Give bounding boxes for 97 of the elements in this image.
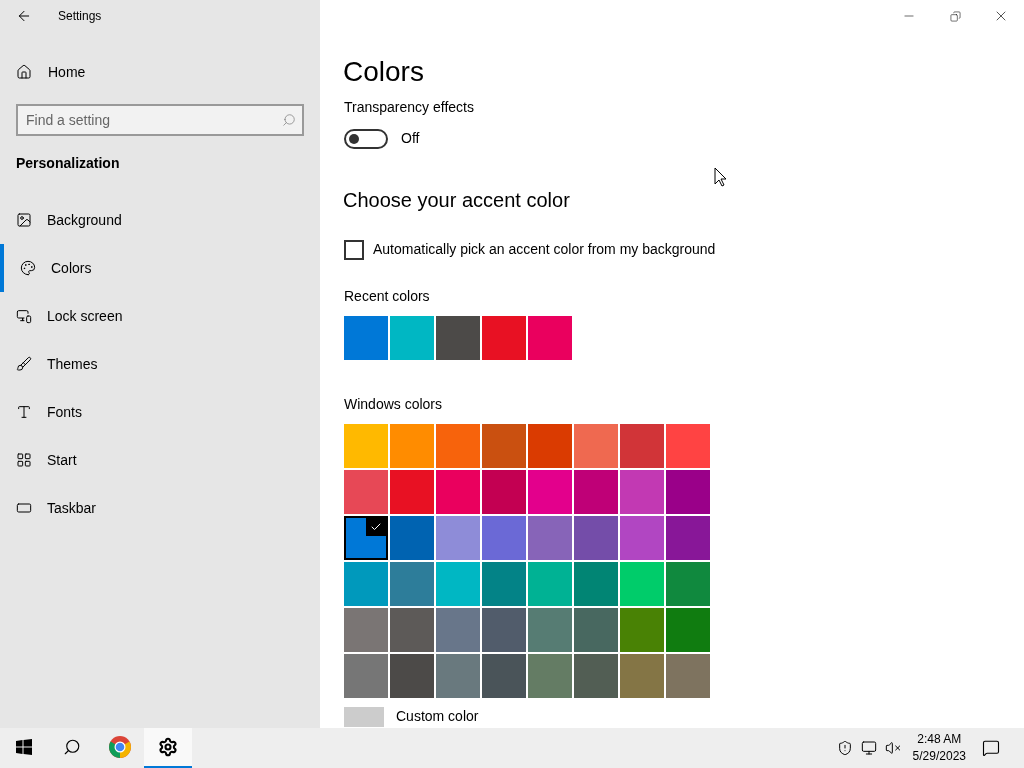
window-title: Settings	[58, 8, 102, 25]
group-label: Windows colors	[344, 395, 444, 414]
color-swatch[interactable]	[666, 516, 710, 560]
color-swatch[interactable]	[666, 562, 710, 606]
color-swatch[interactable]	[574, 516, 618, 560]
color-swatch[interactable]	[666, 654, 710, 698]
color-swatch[interactable]	[436, 470, 480, 514]
color-swatch[interactable]	[482, 424, 526, 468]
color-swatch[interactable]	[482, 316, 526, 360]
color-swatch[interactable]	[620, 608, 664, 652]
page-title: Colors	[343, 55, 425, 89]
color-swatch[interactable]	[482, 562, 526, 606]
browser-logo-icon	[108, 735, 132, 759]
clock[interactable]: 2:48 AM 5/29/2023	[912, 731, 966, 765]
nav-item[interactable]: Lock screen	[0, 292, 320, 340]
color-swatch[interactable]	[666, 470, 710, 514]
color-swatch[interactable]	[620, 470, 664, 514]
tiles-icon	[16, 452, 32, 468]
checkbox-label: Automatically pick an accent color from my background	[373, 240, 716, 259]
checkmark-icon	[370, 521, 382, 533]
notifications-icon[interactable]	[982, 739, 1000, 757]
color-swatch[interactable]	[390, 562, 434, 606]
shield-warning-icon[interactable]	[836, 740, 853, 756]
color-swatch[interactable]	[436, 654, 480, 698]
color-swatch[interactable]	[620, 562, 664, 606]
color-swatch[interactable]	[482, 470, 526, 514]
home-link[interactable]: Home	[48, 61, 86, 83]
color-swatch[interactable]	[620, 654, 664, 698]
mouse-cursor-icon	[714, 167, 727, 187]
nav-item[interactable]: Themes	[0, 340, 320, 388]
color-swatch[interactable]	[528, 516, 572, 560]
color-swatch[interactable]	[574, 470, 618, 514]
color-swatch[interactable]	[344, 654, 388, 698]
windows-logo-icon	[16, 739, 32, 755]
color-swatch[interactable]	[344, 562, 388, 606]
back-icon[interactable]	[16, 8, 32, 24]
color-swatch[interactable]	[482, 608, 526, 652]
color-swatch[interactable]	[344, 516, 388, 560]
palette-icon	[20, 260, 36, 276]
color-swatch[interactable]	[390, 470, 434, 514]
color-swatch[interactable]	[528, 608, 572, 652]
color-swatch[interactable]	[390, 424, 434, 468]
taskbar-icon	[16, 500, 32, 516]
restore-icon[interactable]	[949, 10, 961, 22]
toggle-switch[interactable]	[344, 128, 388, 149]
color-swatch[interactable]	[574, 608, 618, 652]
color-swatch[interactable]	[620, 516, 664, 560]
custom-color-link[interactable]: Custom color	[396, 706, 479, 727]
color-swatch[interactable]	[436, 562, 480, 606]
color-swatch[interactable]	[574, 654, 618, 698]
color-swatch[interactable]	[436, 316, 480, 360]
fonts-icon	[16, 404, 32, 420]
color-swatch[interactable]	[390, 654, 434, 698]
custom-color-swatch[interactable]	[344, 706, 384, 727]
color-swatch[interactable]	[666, 424, 710, 468]
nav-item[interactable]: Background	[0, 196, 320, 244]
search-icon	[282, 113, 296, 127]
section-heading: Choose your accent color	[343, 188, 571, 213]
color-swatch[interactable]	[344, 470, 388, 514]
setting-label: Transparency effects	[344, 98, 475, 117]
color-swatch[interactable]	[436, 608, 480, 652]
color-swatch[interactable]	[390, 608, 434, 652]
color-swatch[interactable]	[528, 470, 572, 514]
color-swatch[interactable]	[436, 516, 480, 560]
color-swatch[interactable]	[666, 608, 710, 652]
color-swatch[interactable]	[528, 562, 572, 606]
nav-item[interactable]: Taskbar	[0, 484, 320, 532]
color-swatch[interactable]	[528, 316, 572, 360]
color-swatch[interactable]	[528, 654, 572, 698]
color-swatch[interactable]	[390, 516, 434, 560]
search-icon	[63, 738, 81, 756]
search-field[interactable]: Find a setting	[16, 104, 304, 136]
network-icon[interactable]	[860, 740, 877, 756]
color-swatch[interactable]	[436, 424, 480, 468]
color-swatch[interactable]	[482, 516, 526, 560]
brush-icon	[16, 356, 32, 372]
toggle-state: Off	[401, 129, 420, 148]
lock-screen-icon	[16, 308, 32, 324]
color-swatch[interactable]	[482, 654, 526, 698]
color-swatch[interactable]	[344, 608, 388, 652]
color-swatch[interactable]	[344, 316, 388, 360]
taskbar-app[interactable]	[144, 728, 192, 768]
color-swatch[interactable]	[528, 424, 572, 468]
section-heading: Personalization	[15, 154, 121, 173]
home-icon[interactable]	[16, 64, 32, 80]
color-swatch[interactable]	[620, 424, 664, 468]
color-swatch[interactable]	[344, 424, 388, 468]
checkbox[interactable]	[344, 239, 364, 260]
nav-item[interactable]: Fonts	[0, 388, 320, 436]
volume-muted-icon[interactable]	[884, 740, 901, 756]
nav-item[interactable]: Start	[0, 436, 320, 484]
group-label: Recent colors	[344, 287, 431, 306]
color-swatch[interactable]	[390, 316, 434, 360]
image-icon	[16, 212, 32, 228]
color-swatch[interactable]	[574, 424, 618, 468]
gear-icon	[158, 737, 178, 757]
color-swatch[interactable]	[574, 562, 618, 606]
